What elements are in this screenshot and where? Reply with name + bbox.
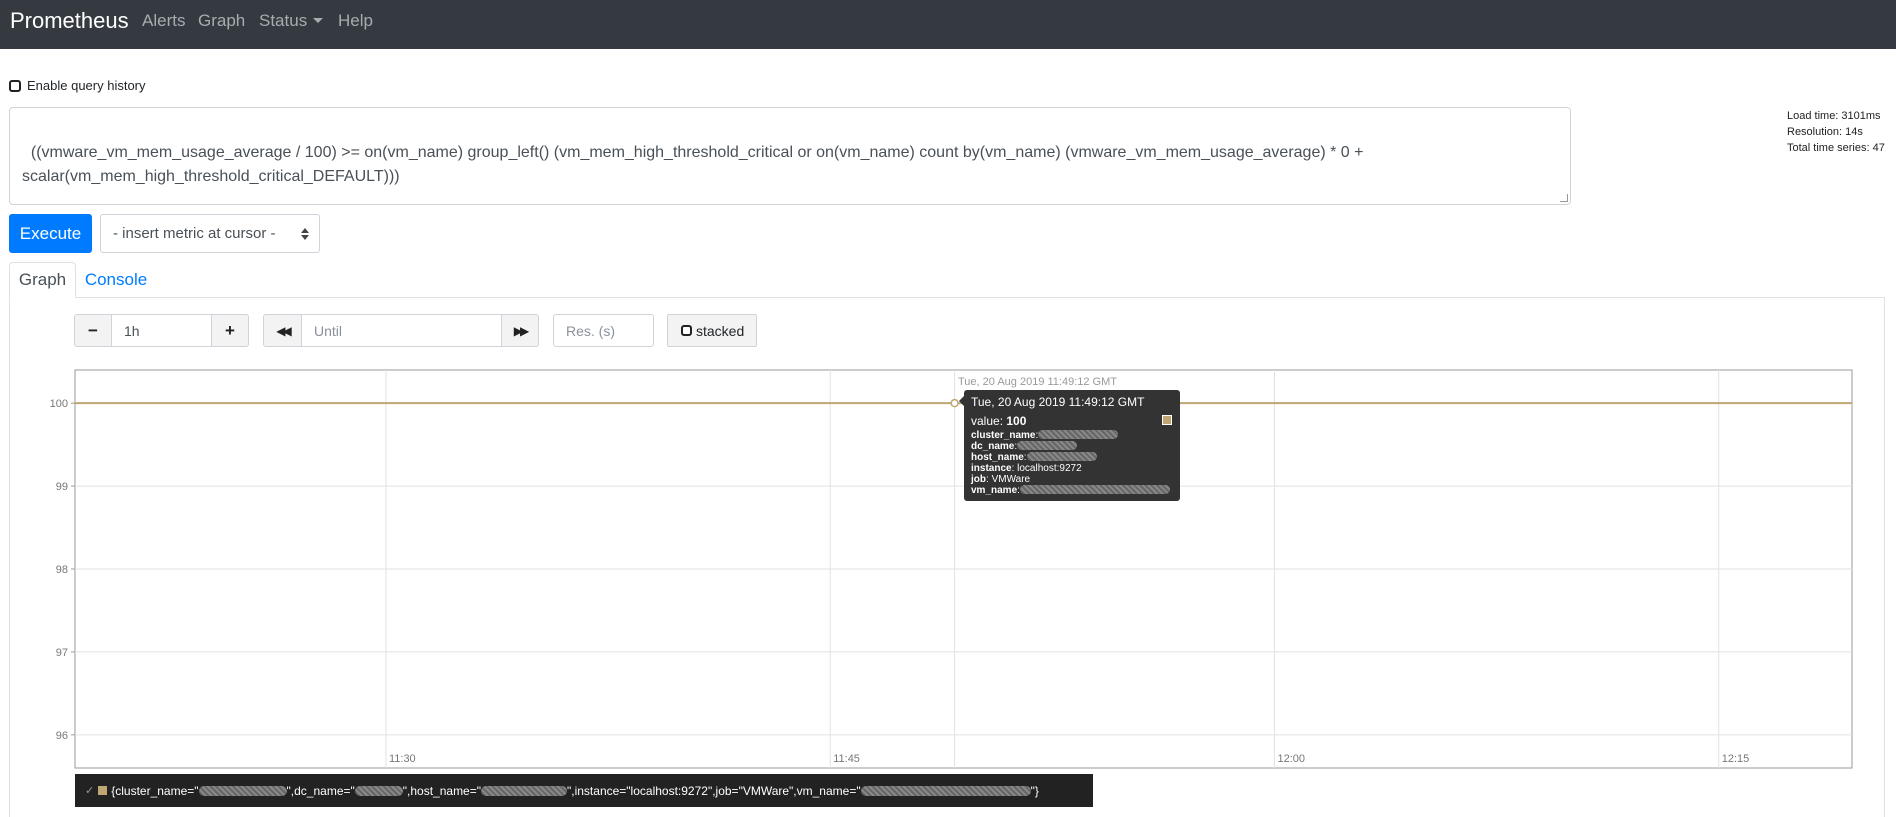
y-tick-label: 100 — [50, 398, 68, 410]
x-tick-label: 11:45 — [833, 753, 860, 765]
tooltip-label-row: dc_name: — [971, 441, 1173, 452]
legend-text-3: ",host_name=" — [402, 783, 481, 798]
tooltip-date: Tue, 20 Aug 2019 11:49:12 GMT — [971, 395, 1145, 409]
check-icon: ✓ — [85, 785, 95, 797]
hover-date-label: Tue, 20 Aug 2019 11:49:12 GMT — [958, 376, 1117, 388]
y-tick-label: 96 — [56, 730, 68, 742]
y-tick-label: 98 — [56, 564, 68, 576]
y-tick-label: 99 — [56, 481, 68, 493]
tooltip-label-row: instance: localhost:9272 — [971, 463, 1082, 474]
tooltip-key: host_name — [971, 452, 1024, 463]
series-color-swatch — [1162, 415, 1172, 425]
tooltip-key: cluster_name — [971, 430, 1036, 441]
redacted-value — [1019, 485, 1170, 494]
tooltip-label-row: host_name: — [971, 452, 1173, 463]
series-color-swatch — [98, 786, 108, 795]
legend-text-1: {cluster_name=" — [111, 783, 199, 798]
tooltip-key: instance — [971, 463, 1012, 474]
series-legend[interactable]: ✓ {cluster_name=" ",dc_name=" ",host_nam… — [75, 774, 1093, 807]
y-tick-label: 97 — [56, 647, 68, 659]
tooltip-label-row: vm_name: — [971, 485, 1173, 496]
redacted-value — [198, 785, 287, 796]
legend-text-5: "} — [1030, 783, 1039, 798]
tooltip-label-row: cluster_name: — [971, 430, 1173, 441]
tooltip-key: job — [971, 474, 986, 485]
tooltip-label-row: job: VMWare — [971, 474, 1031, 485]
legend-text-4: ",instance="localhost:9272",job="VMWare"… — [567, 783, 861, 798]
tooltip-key: dc_name — [971, 441, 1015, 452]
redacted-value — [1017, 441, 1078, 450]
tooltip-value: 100 — [1006, 414, 1027, 428]
redacted-value — [354, 785, 403, 796]
tooltip-label-value: localhost:9272 — [1017, 463, 1082, 474]
x-tick-label: 12:00 — [1277, 753, 1305, 765]
hover-point — [950, 398, 959, 408]
legend-text-2: ",dc_name=" — [286, 783, 355, 798]
redacted-value — [1026, 452, 1097, 461]
x-tick-label: 12:15 — [1722, 753, 1750, 765]
hover-tooltip: Tue, 20 Aug 2019 11:49:12 GMT value: 100… — [964, 390, 1180, 501]
tooltip-key: vm_name — [971, 485, 1018, 496]
tooltip-value-row: value: 100 — [971, 414, 1173, 428]
tooltip-label-value: VMWare — [991, 474, 1031, 485]
redacted-value — [860, 785, 1031, 796]
time-series-chart[interactable]: 96 97 98 99 100 11:30 11:45 12:00 12:15 — [0, 0, 1896, 807]
redacted-value — [481, 785, 567, 796]
x-tick-label: 11:30 — [389, 753, 416, 765]
redacted-value — [1038, 430, 1119, 439]
tooltip-value-label: value: — [971, 414, 1004, 428]
